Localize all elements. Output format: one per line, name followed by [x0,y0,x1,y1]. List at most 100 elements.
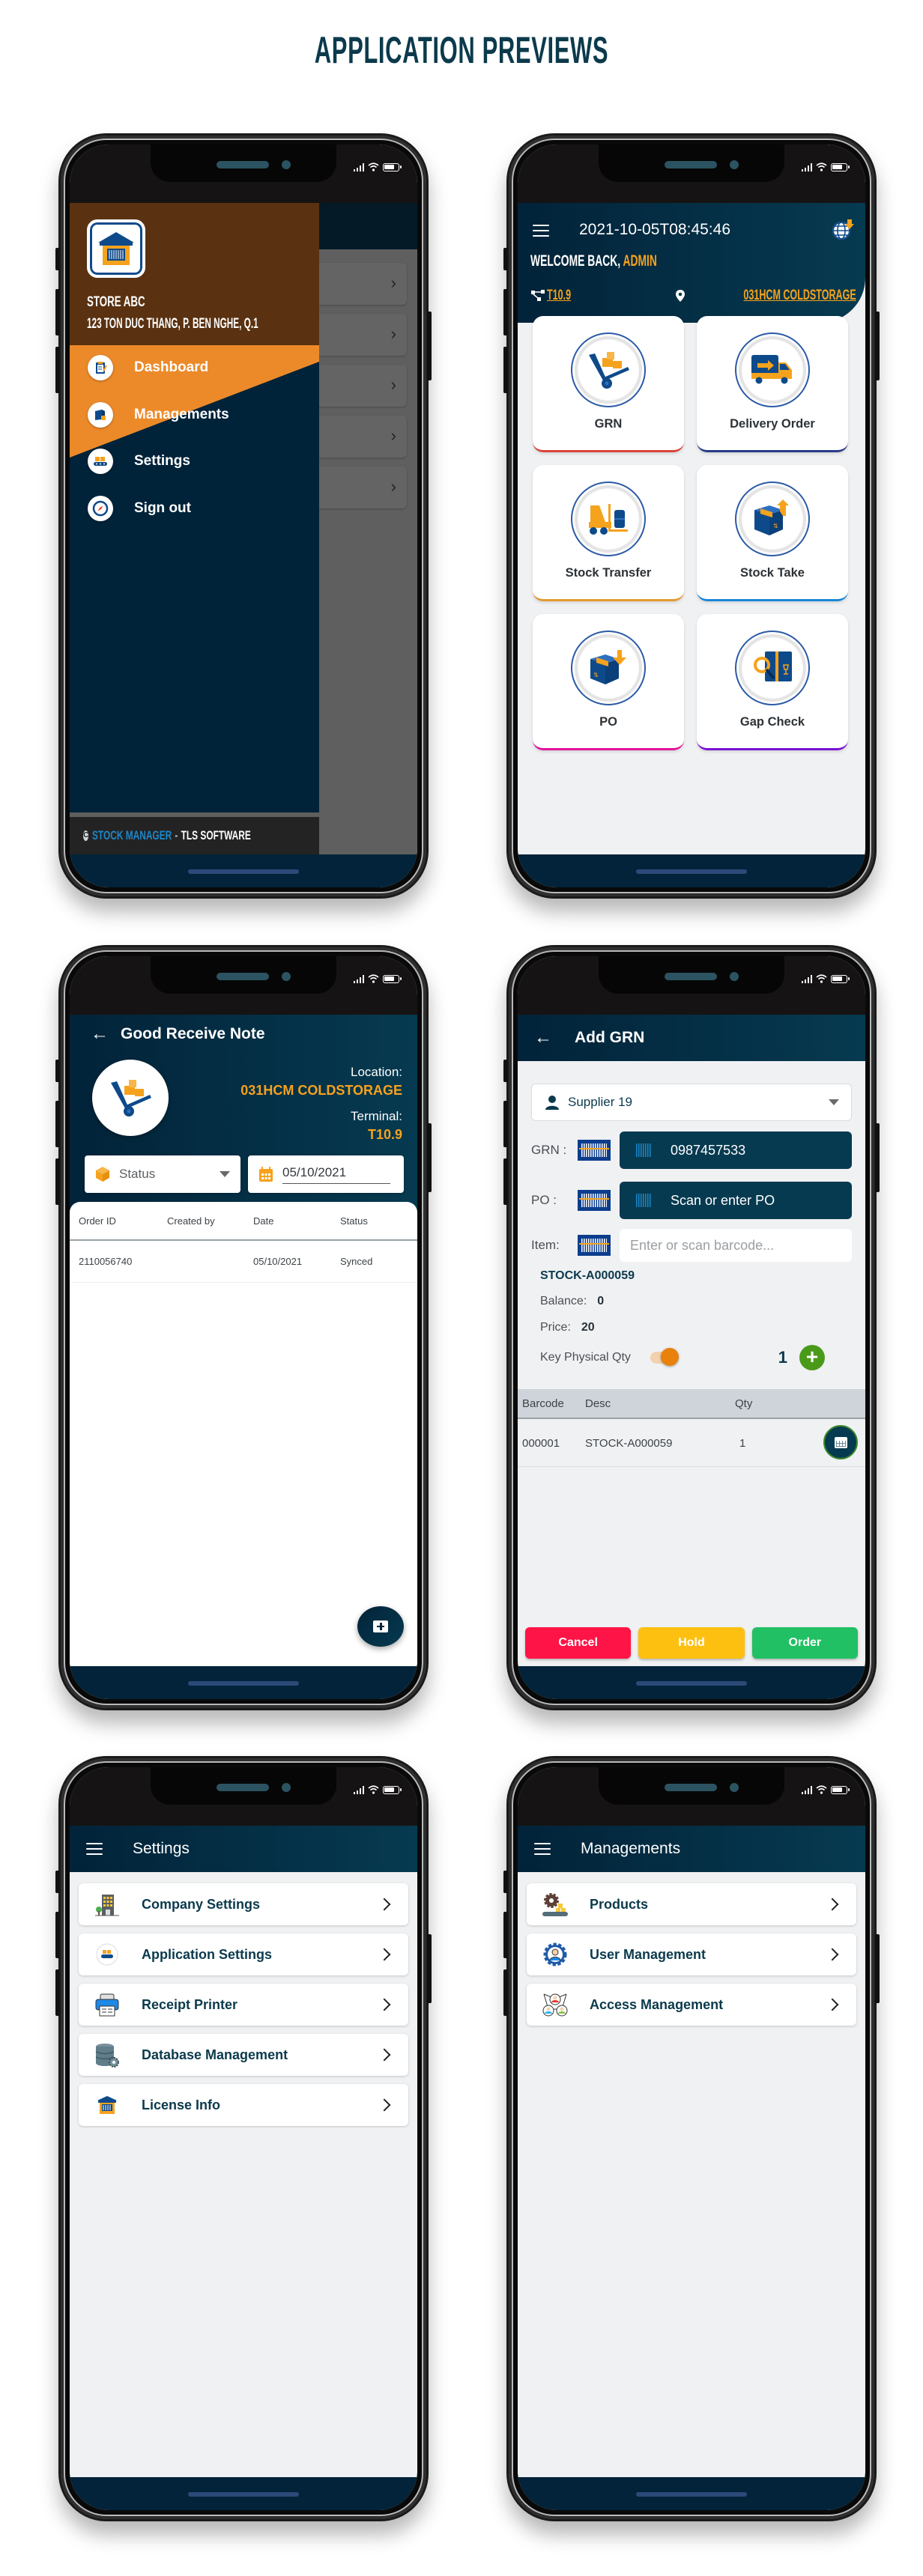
person-icon [545,1096,559,1110]
home-indicator[interactable] [636,1681,747,1686]
grn-value: 0987457533 [671,1142,746,1158]
back-arrow-icon[interactable]: ← [91,1025,109,1043]
back-arrow-icon[interactable]: ← [534,1029,552,1047]
mute-switch [55,248,60,270]
table-row[interactable]: 2110056740 05/10/2021 Synced [70,1241,417,1283]
menu-icon[interactable] [534,1843,551,1855]
managements-item-products[interactable]: Products [527,1883,856,1925]
chevron-right-icon [378,1948,391,1961]
barcode-scan-icon[interactable] [578,1190,611,1211]
column-header: Desc [585,1397,611,1410]
home-indicator[interactable] [188,1681,299,1686]
menu-label: Settings [134,453,190,469]
tile-grn[interactable]: GRN [533,316,684,452]
expiry-date-button[interactable] [823,1425,858,1459]
screen: ← Good Receive Note Location: 031HCM COL… [70,956,417,1699]
settings-item-application[interactable]: Application Settings [79,1933,408,1975]
box-lock-icon [88,402,113,428]
order-date: 05/10/2021 [253,1256,303,1267]
settings-item-license[interactable]: License Info [79,2084,408,2126]
supplier-dropdown[interactable]: Supplier 19 [531,1084,852,1121]
tile-gap-check[interactable]: Gap Check [697,614,848,750]
menu-icon[interactable] [86,1843,103,1855]
mute-switch [503,1060,508,1082]
managements-item-access-management[interactable]: Access Management [527,1984,856,2026]
grn-table: Order ID Created by Date Status 21100567… [70,1202,417,1666]
terminal-link[interactable]: T10.9 [530,288,584,304]
database-gear-icon [94,2041,121,2068]
barcode-scan-icon[interactable] [578,1140,611,1161]
notch [599,1767,784,1805]
signal-icon [353,162,364,171]
volume-down-button [55,347,60,393]
phone-drawer: › › › › › STORE ABC 123 TON DUC THANG, P… [55,133,432,899]
dropdown-caret-icon [220,1171,230,1177]
home-indicator-area [518,854,865,887]
svg-text:⇅: ⇅ [593,672,599,678]
supplier-value: Supplier 19 [568,1095,633,1109]
tile-po[interactable]: ⇅ PO [533,614,684,750]
tile-label: PO [599,715,617,729]
home-indicator[interactable] [636,2492,747,2497]
copyright-icon: C [83,830,89,841]
settings-item-receipt-printer[interactable]: Receipt Printer [79,1984,408,2026]
menu-item-managements[interactable]: Managements [88,402,229,428]
home-indicator[interactable] [188,2492,299,2497]
order-button[interactable]: Order [751,1627,858,1659]
item-barcode-input[interactable]: Enter or scan barcode... [620,1229,852,1262]
settings-item-database[interactable]: Database Management [79,2034,408,2076]
delivery-truck-icon [751,355,792,384]
phone-managements: Managements Products User Management Acc… [503,1756,880,2521]
warehouse-icon [94,2092,121,2118]
tile-stock-take[interactable]: ⇅ Stock Take [697,465,848,601]
key-physical-qty-toggle[interactable] [650,1348,679,1366]
battery-icon [831,974,850,983]
po-input[interactable]: Scan or enter PO [620,1182,852,1219]
calendar-icon [834,1436,847,1448]
managements-item-user-management[interactable]: User Management [527,1933,856,1975]
battery-icon [383,1785,402,1794]
column-header[interactable]: Created by [167,1215,253,1227]
drawer-footer: C STOCK MANAGER - TLS SOFTWARE [70,812,319,854]
power-button [875,312,880,380]
sync-globe-icon[interactable] [831,218,855,242]
screen: ← Add GRN Supplier 19 GRN : 0987457533 P… [518,956,865,1699]
notch [599,145,784,182]
add-grn-button[interactable] [357,1606,404,1647]
add-item-button[interactable]: + [799,1345,825,1370]
barcode-icon [636,1194,651,1207]
signal-icon [801,974,812,983]
balance-label: Balance: [540,1295,587,1307]
home-indicator[interactable] [188,869,299,874]
tile-stock-transfer[interactable]: Stock Transfer [533,465,684,601]
menu-icon[interactable] [533,225,549,237]
status-dropdown[interactable]: Status [85,1155,240,1193]
chevron-right-icon [826,1948,839,1961]
column-header[interactable]: Order ID [70,1215,167,1227]
settings-item-company[interactable]: Company Settings [79,1883,408,1925]
hold-button[interactable]: Hold [638,1627,745,1659]
balance-value: 0 [597,1295,605,1307]
home-indicator[interactable] [636,869,747,874]
grn-input[interactable]: 0987457533 [620,1131,852,1169]
battery-icon [831,1785,850,1794]
location-link[interactable]: 031HCM COLDSTORAGE [675,288,856,304]
footer-separator: - [175,828,178,842]
po-placeholder: Scan or enter PO [671,1192,775,1208]
menu-item-settings[interactable]: Settings [88,449,190,474]
column-header[interactable]: Status [340,1215,417,1227]
app-bar: ← Add GRN [518,1015,865,1061]
menu-item-sign-out[interactable]: Sign out [88,496,191,521]
notch [151,145,336,182]
chevron-right-icon [378,1998,391,2011]
date-picker[interactable]: 05/10/2021 [248,1155,404,1193]
home-indicator-area [518,1666,865,1699]
column-header[interactable]: Date [253,1215,340,1227]
managements-item-label: Products [590,1896,649,1912]
barcode-scan-icon[interactable] [578,1235,611,1256]
table-row[interactable]: 000001 STOCK-A000059 1 [518,1421,865,1467]
power-button [875,1934,880,2003]
cancel-button[interactable]: Cancel [525,1627,632,1659]
tile-delivery-order[interactable]: Delivery Order [697,316,848,452]
menu-item-dashboard[interactable]: Dashboard [88,355,208,380]
